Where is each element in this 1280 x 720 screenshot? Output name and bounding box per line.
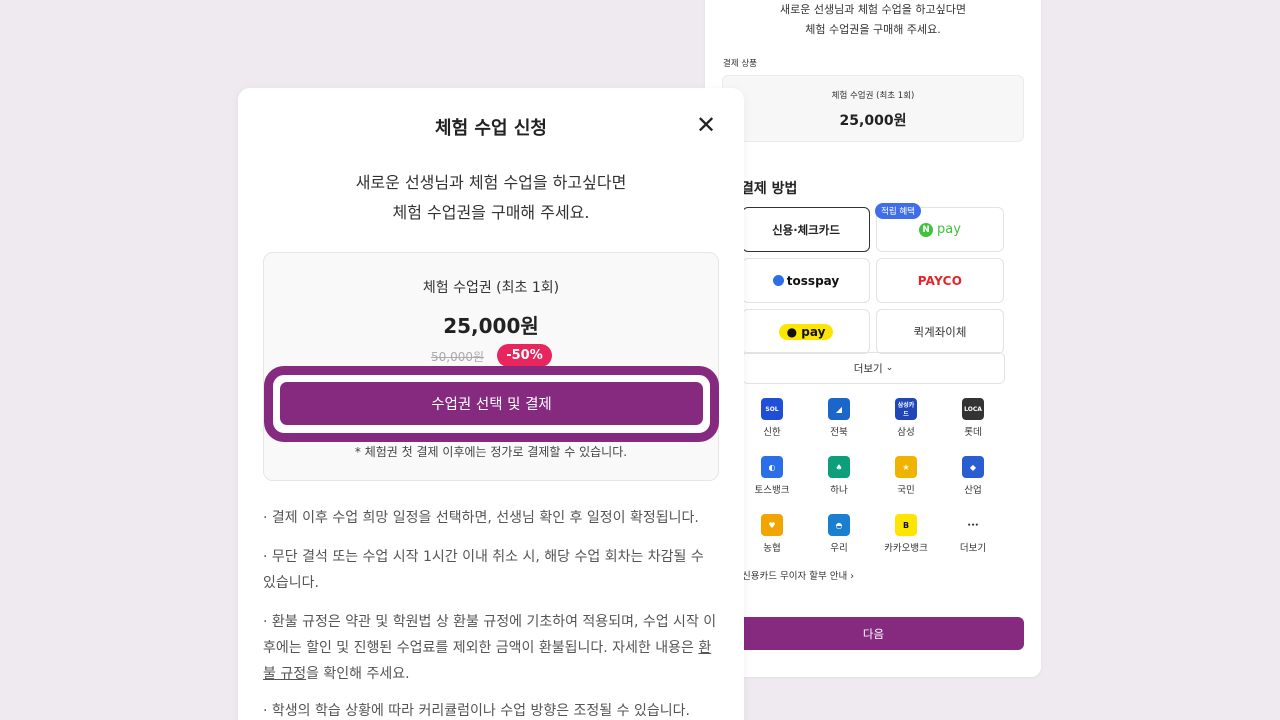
bank-option[interactable]: LOCA 롯데: [943, 398, 1003, 438]
select-and-pay-button[interactable]: 수업권 선택 및 결제: [280, 382, 703, 425]
card-product-name: 체험 수업권 (최초 1회): [422, 280, 560, 296]
kakaopay-option[interactable]: ● pay: [742, 309, 870, 354]
woori-icon: ◓: [828, 514, 850, 536]
bank-option[interactable]: 삼성카드삼성: [876, 398, 936, 438]
installment-label: 신용카드 무이자 할부 안내: [742, 571, 848, 582]
kakaopay-text: pay: [801, 324, 826, 339]
notice-item: · 무단 결석 또는 수업 시작 1시간 이내 취소 시, 해당 수업 회차는 …: [263, 549, 704, 591]
bank-option[interactable]: SOL 신한: [742, 398, 802, 438]
bank-label: 산업: [964, 485, 982, 496]
modal-subtitle: 새로운 선생님과 체험 수업을 하고싶다면 체험 수업권을 구매해 주세요.: [238, 168, 744, 228]
notice-text-end: 을 확인해 주세요.: [306, 666, 410, 682]
bank-label: 더보기: [959, 543, 987, 554]
payment-note: * 체험권 첫 결제 이후에는 정가로 결제할 수 있습니다.: [354, 445, 628, 459]
kdb-icon: ◆: [962, 456, 984, 478]
bank-option[interactable]: ◓ 우리: [809, 514, 869, 554]
card-payment-label: 신용·체크카드: [772, 222, 840, 237]
bank-option[interactable]: B 카카오뱅크: [876, 514, 936, 554]
bank-label: 신한: [763, 427, 781, 438]
product-summary: 체험 수업권 (최초 1회) 25,000원: [722, 75, 1024, 142]
more-methods-label: 더보기: [853, 362, 883, 375]
tossbank-icon: ◐: [761, 456, 783, 478]
bank-option[interactable]: ◢ 전북: [809, 398, 869, 438]
kakaobank-icon: B: [895, 514, 917, 536]
kb-icon: ★: [895, 456, 917, 478]
more-methods-button[interactable]: 더보기 ⌄: [742, 352, 1005, 384]
bank-label: 우리: [830, 543, 848, 554]
notice-item: · 결제 이후 수업 희망 일정을 선택하면, 선생님 확인 후 일정이 확정됩…: [263, 510, 699, 526]
intro-line-2: 체험 수업권을 구매해 주세요.: [805, 23, 941, 36]
bank-label: 전북: [830, 427, 848, 438]
bank-option[interactable]: ••• 더보기: [943, 514, 1003, 554]
product-section-label: 결제 상품: [723, 59, 757, 69]
lotte-icon: LOCA: [962, 398, 984, 420]
bank-option[interactable]: ♥ 농협: [742, 514, 802, 554]
notice-item: · 학생의 학습 상황에 따라 커리큘럼이나 수업 방향은 조정될 수 있습니다…: [263, 703, 690, 719]
quick-transfer-label: 퀵계좌이체: [913, 324, 967, 339]
kakaopay-label: ● pay: [778, 323, 834, 340]
payment-panel: 새로운 선생님과 체험 수업을 하고싶다면 체험 수업권을 구매해 주세요. 결…: [705, 0, 1041, 677]
npay-label: pay: [937, 222, 961, 237]
payment-intro: 새로운 선생님과 체험 수업을 하고싶다면 체험 수업권을 구매해 주세요.: [705, 0, 1041, 40]
card-price: 25,000원: [443, 314, 539, 338]
close-icon[interactable]: ✕: [695, 113, 717, 137]
product-price: 25,000원: [839, 113, 907, 129]
tosspay-option[interactable]: tosspay: [742, 258, 870, 303]
tosspay-label: tosspay: [786, 273, 840, 288]
modal-title: 체험 수업 신청: [435, 118, 547, 139]
payco-label: PAYCO: [917, 273, 963, 288]
more-dots-icon: •••: [962, 514, 984, 536]
payco-option[interactable]: PAYCO: [876, 258, 1004, 303]
card-payment-option[interactable]: 신용·체크카드: [742, 207, 870, 252]
jeonbuk-icon: ◢: [828, 398, 850, 420]
samsung-icon: 삼성카드: [895, 398, 917, 420]
bank-label: 롯데: [964, 427, 982, 438]
bank-label: 농협: [763, 543, 781, 554]
bank-option[interactable]: ◆ 산업: [943, 456, 1003, 496]
bank-label: 하나: [830, 485, 848, 496]
discount-badge: -50%: [497, 344, 552, 367]
pay-button-highlight: 수업권 선택 및 결제: [264, 366, 719, 442]
subtitle-line-1: 새로운 선생님과 체험 수업을 하고싶다면: [355, 173, 627, 192]
product-card: 체험 수업권 (최초 1회) 25,000원 50,000원 -50% 수업권 …: [263, 252, 719, 481]
chevron-down-icon: ⌄: [885, 363, 894, 373]
bank-option[interactable]: ♠ 하나: [809, 456, 869, 496]
nh-icon: ♥: [761, 514, 783, 536]
reward-badge: 적립 혜택: [875, 203, 921, 219]
next-button[interactable]: 다음: [723, 617, 1024, 650]
intro-line-1: 새로운 선생님과 체험 수업을 하고싶다면: [779, 3, 967, 16]
installment-info-link[interactable]: 신용카드 무이자 할부 안내 ›: [742, 568, 854, 582]
npay-option[interactable]: 적립 혜택 N pay: [875, 203, 1004, 252]
bank-option[interactable]: ★ 국민: [876, 456, 936, 496]
bank-label: 토스뱅크: [754, 485, 790, 496]
notice-text: · 환불 규정은 약관 및 학원법 상 환불 규정에 기초하여 적용되며, 수업…: [263, 614, 717, 656]
bank-label: 삼성: [897, 427, 915, 438]
npay-n-icon: N: [919, 222, 934, 237]
product-name: 체험 수업권 (최초 1회): [831, 91, 915, 101]
hana-icon: ♠: [828, 456, 850, 478]
notice-item: · 환불 규정은 약관 및 학원법 상 환불 규정에 기초하여 적용되며, 수업…: [263, 609, 721, 687]
quick-transfer-option[interactable]: 퀵계좌이체: [876, 309, 1004, 354]
trial-class-modal: 체험 수업 신청 ✕ 새로운 선생님과 체험 수업을 하고싶다면 체험 수업권을…: [238, 88, 744, 720]
chevron-right-icon: ›: [850, 571, 855, 582]
shinhan-icon: SOL: [761, 398, 783, 420]
bank-label: 카카오뱅크: [884, 543, 928, 554]
toss-logo-icon: [772, 275, 784, 286]
bank-option[interactable]: ◐ 토스뱅크: [742, 456, 802, 496]
bank-label: 국민: [897, 485, 915, 496]
subtitle-line-2: 체험 수업권을 구매해 주세요.: [392, 203, 590, 222]
payment-method-title: 결제 방법: [741, 181, 798, 197]
original-price: 50,000원: [431, 350, 485, 364]
